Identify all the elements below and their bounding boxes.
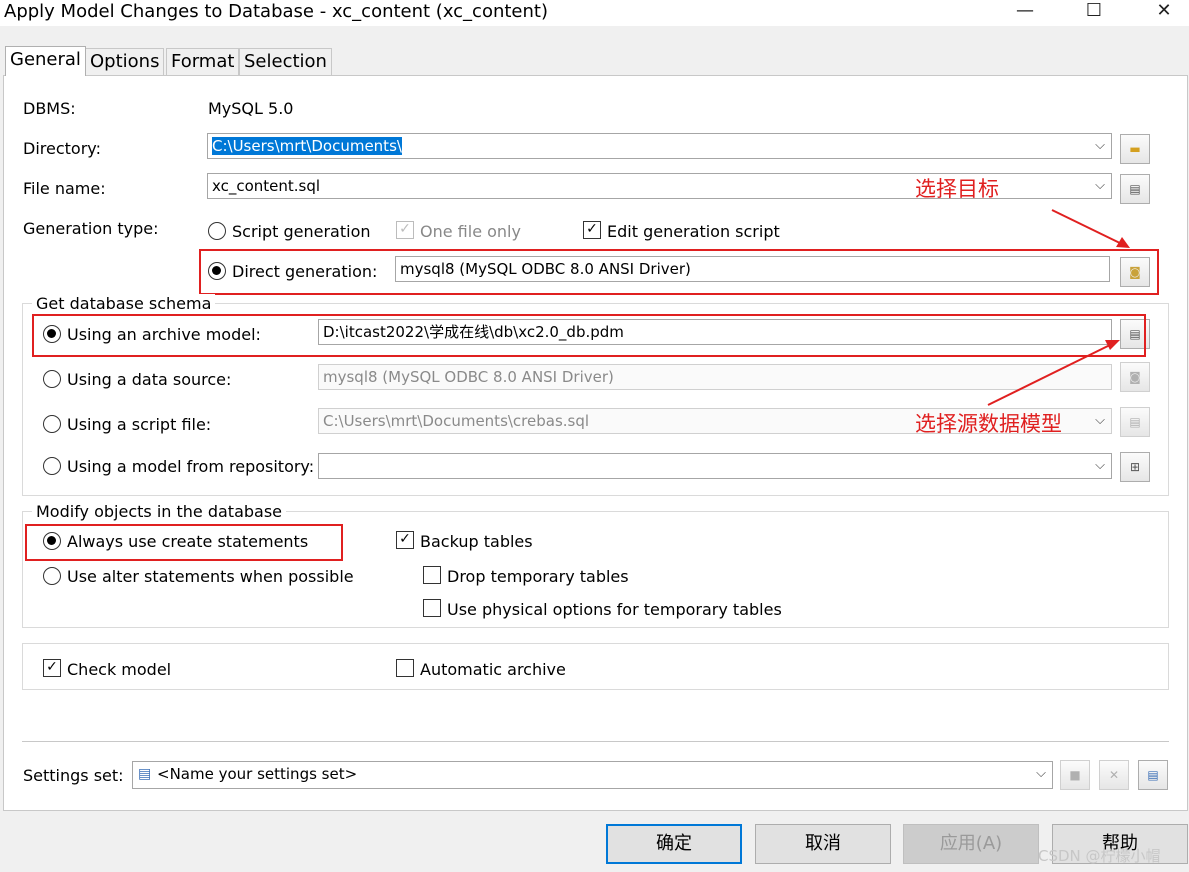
chevron-down-icon[interactable]: ⌵: [1036, 762, 1046, 786]
physical-options-label: Use physical options for temporary table…: [447, 600, 782, 619]
one-file-only-label: One file only: [420, 222, 521, 241]
annotation-select-source: 选择源数据模型: [915, 412, 1062, 436]
data-source-value: mysql8 (MySQL ODBC 8.0 ANSI Driver): [323, 368, 614, 386]
data-source-radio[interactable]: [43, 370, 61, 388]
filename-label: File name:: [23, 179, 106, 198]
script-file-value: C:\Users\mrt\Documents\crebas.sql: [323, 412, 590, 430]
schema-group-title: Get database schema: [32, 294, 216, 313]
chevron-down-icon[interactable]: ⌵: [1095, 454, 1105, 478]
data-source-label: Using a data source:: [67, 370, 232, 389]
chevron-down-icon[interactable]: ⌵: [1095, 174, 1105, 198]
tab-selection[interactable]: Selection: [239, 48, 332, 75]
filename-value: xc_content.sql: [212, 177, 321, 195]
delete-icon: ✕: [1108, 768, 1120, 782]
repository-model-field[interactable]: ⌵: [318, 453, 1112, 479]
script-file-radio[interactable]: [43, 415, 61, 433]
annotation-arrow-icon: [987, 340, 1120, 406]
dbms-label: DBMS:: [23, 99, 76, 118]
edit-generation-script-label: Edit generation script: [607, 222, 780, 241]
save-settings-button[interactable]: ■: [1060, 760, 1090, 790]
save-icon: ■: [1069, 768, 1081, 782]
modify-group-title: Modify objects in the database: [32, 502, 287, 521]
settings-set-label: Settings set:: [23, 766, 124, 785]
folder-icon: ▬: [1129, 142, 1141, 156]
tab-format[interactable]: Format: [166, 48, 240, 75]
automatic-archive-checkbox[interactable]: [396, 659, 414, 677]
repository-model-radio[interactable]: [43, 457, 61, 475]
settings-set-combo[interactable]: ▤ <Name your settings set> ⌵: [132, 761, 1053, 789]
chevron-down-icon[interactable]: ⌵: [1095, 409, 1105, 433]
physical-options-checkbox[interactable]: [423, 599, 441, 617]
one-file-only-checkbox[interactable]: ✓: [396, 221, 414, 239]
settings-icon: ▤: [1147, 768, 1159, 782]
drop-temp-checkbox[interactable]: [423, 566, 441, 584]
repository-model-label: Using a model from repository:: [67, 457, 315, 476]
browse-folder-button[interactable]: ▬: [1120, 134, 1150, 164]
annotation-select-target: 选择目标: [915, 177, 999, 201]
settings-set-value: <Name your settings set>: [157, 765, 358, 783]
gentype-label: Generation type:: [23, 219, 159, 238]
drop-temp-label: Drop temporary tables: [447, 567, 629, 586]
close-button[interactable]: ✕: [1141, 0, 1187, 24]
highlight-always-create: [25, 524, 343, 561]
chevron-down-icon[interactable]: ⌵: [1095, 134, 1105, 158]
database-icon: ◙: [1129, 370, 1141, 384]
manage-settings-button[interactable]: ▤: [1138, 760, 1168, 790]
file-icon: ▤: [1129, 182, 1141, 196]
cancel-button[interactable]: 取消: [755, 824, 891, 864]
tab-general[interactable]: General: [5, 46, 86, 76]
tab-options[interactable]: Options: [85, 48, 165, 75]
check-group: [22, 643, 1169, 690]
settings-list-icon: ▤: [138, 766, 152, 782]
directory-label: Directory:: [23, 139, 101, 158]
browse-repository-button[interactable]: ⊞: [1120, 452, 1150, 482]
maximize-button[interactable]: ☐: [1071, 0, 1117, 24]
script-generation-label: Script generation: [232, 222, 371, 241]
delete-settings-button[interactable]: ✕: [1099, 760, 1129, 790]
separator: [22, 741, 1169, 742]
edit-generation-script-checkbox[interactable]: ✓: [583, 221, 601, 239]
highlight-archive-model: [32, 314, 1146, 357]
use-alter-radio[interactable]: [43, 567, 61, 585]
dbms-value: MySQL 5.0: [208, 99, 294, 118]
use-alter-label: Use alter statements when possible: [67, 567, 354, 586]
directory-combo[interactable]: C:\Users\mrt\Documents\ ⌵: [207, 133, 1112, 159]
browse-script-button[interactable]: ▤: [1120, 407, 1150, 437]
directory-value: C:\Users\mrt\Documents\: [212, 137, 402, 155]
apply-button[interactable]: 应用(A): [903, 824, 1039, 864]
repository-icon: ⊞: [1129, 460, 1141, 474]
minimize-button[interactable]: —: [1002, 0, 1048, 24]
script-generation-radio[interactable]: [208, 222, 226, 240]
check-model-checkbox[interactable]: ✓: [43, 659, 61, 677]
backup-tables-label: Backup tables: [420, 532, 533, 551]
script-file-label: Using a script file:: [67, 415, 212, 434]
annotation-arrow-icon: [1051, 209, 1130, 248]
highlight-direct-generation: [199, 249, 1159, 295]
file-icon: ▤: [1129, 415, 1141, 429]
ok-button[interactable]: 确定: [606, 824, 742, 864]
check-model-label: Check model: [67, 660, 172, 679]
backup-tables-checkbox[interactable]: ✓: [396, 531, 414, 549]
window-title: Apply Model Changes to Database - xc_con…: [4, 1, 548, 22]
watermark: CSDN @柠檬小帽: [1038, 847, 1161, 865]
automatic-archive-label: Automatic archive: [420, 660, 566, 679]
